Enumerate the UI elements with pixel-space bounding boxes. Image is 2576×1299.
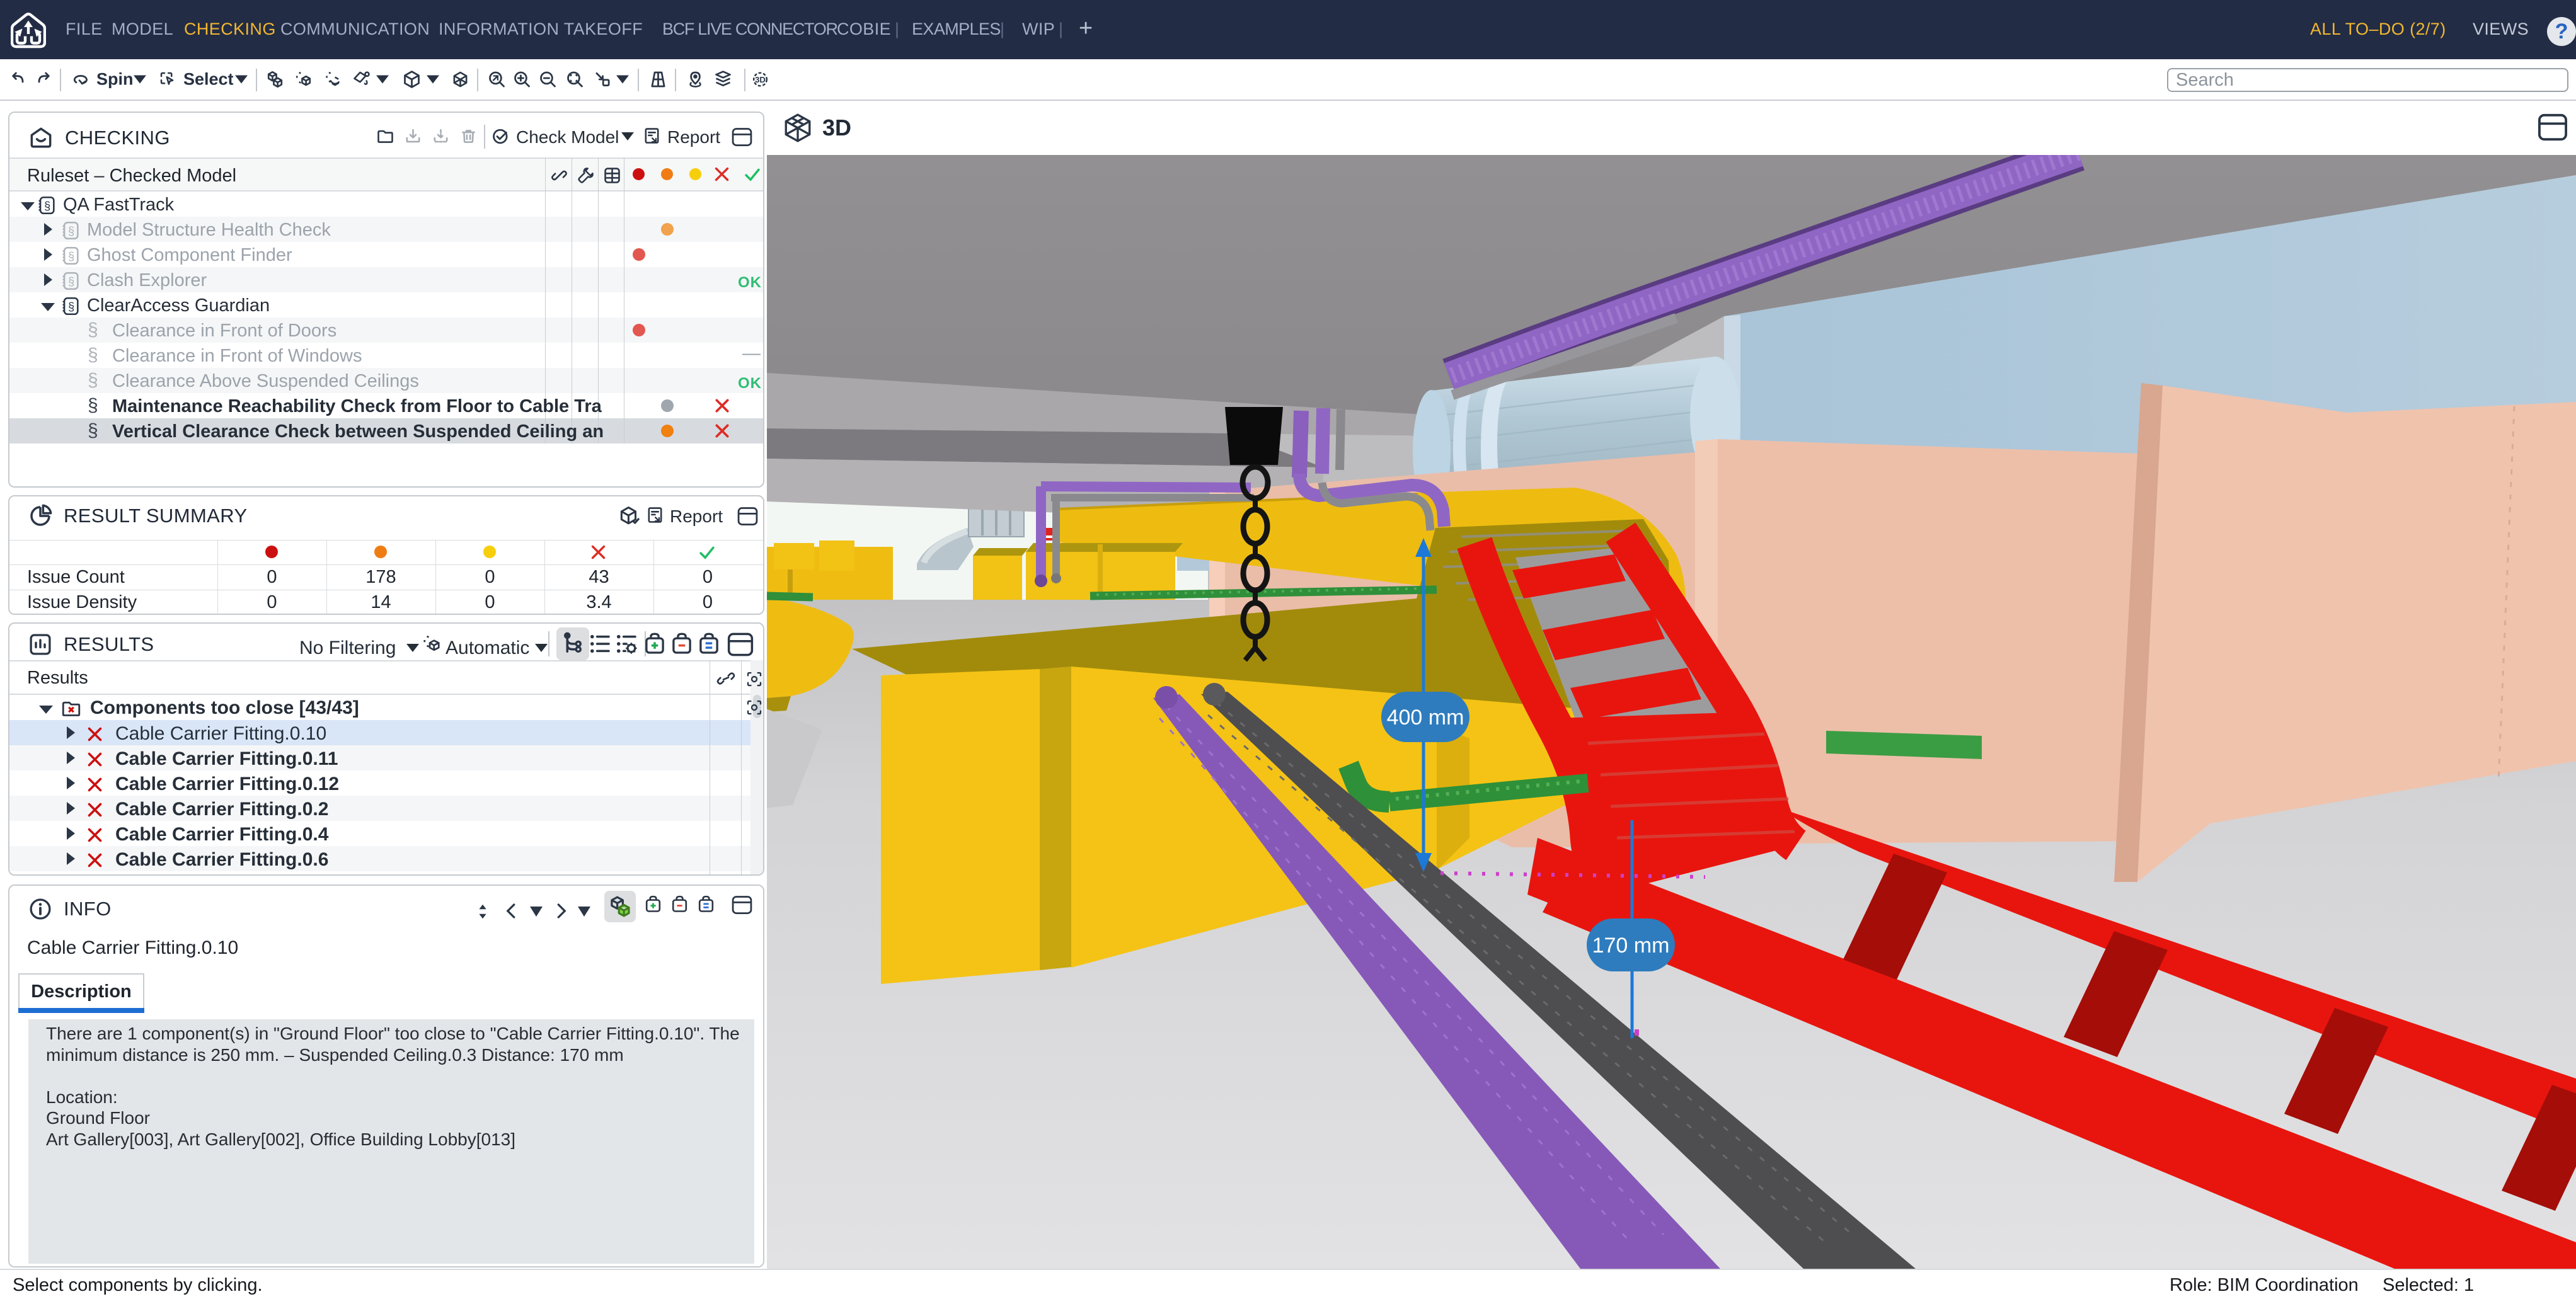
svg-text:§: § bbox=[68, 275, 74, 288]
svg-text:§: § bbox=[68, 249, 74, 263]
svg-text:400 mm: 400 mm bbox=[1387, 706, 1464, 730]
svg-text:3D: 3D bbox=[755, 75, 766, 84]
svg-text:170 mm: 170 mm bbox=[1592, 934, 1670, 958]
svg-text:§: § bbox=[68, 300, 74, 313]
svg-text:§: § bbox=[68, 224, 74, 237]
svg-text:§: § bbox=[44, 199, 50, 212]
